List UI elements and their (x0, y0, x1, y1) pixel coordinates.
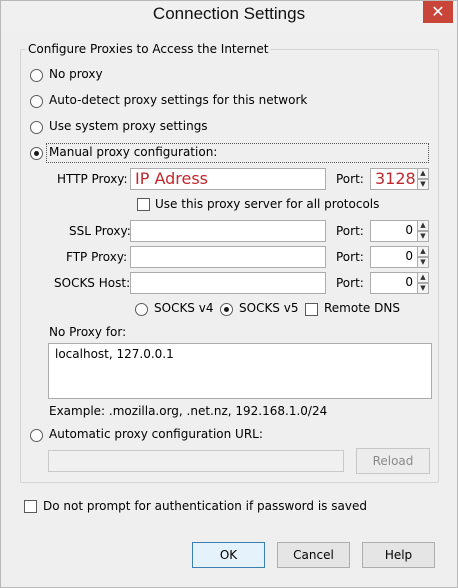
ftp-proxy-input[interactable] (130, 246, 326, 268)
http-port-stepper[interactable]: ▲ ▼ (417, 168, 429, 190)
socks-v4-label[interactable]: SOCKS v4 (154, 301, 213, 315)
system-proxy-label[interactable]: Use system proxy settings (49, 119, 208, 133)
socks-port-stepper[interactable]: ▲ ▼ (417, 272, 429, 294)
close-button[interactable]: ✕ (423, 1, 453, 23)
ssl-proxy-label: SSL Proxy: (69, 224, 131, 238)
connection-settings-dialog: Connection Settings ✕ Configure Proxies … (0, 0, 458, 588)
ftp-port-input[interactable]: 0 (370, 246, 418, 268)
spin-up-icon[interactable]: ▲ (417, 220, 429, 231)
manual-proxy-radio[interactable] (30, 147, 43, 160)
ssl-port-stepper[interactable]: ▲ ▼ (417, 220, 429, 242)
ssl-port-label: Port: (336, 224, 364, 238)
spin-down-icon[interactable]: ▼ (417, 179, 429, 190)
socks-v5-radio[interactable] (220, 303, 233, 316)
spin-down-icon[interactable]: ▼ (417, 283, 429, 294)
socks-port-label: Port: (336, 276, 364, 290)
remote-dns-checkbox[interactable] (305, 303, 318, 316)
no-proxy-radio[interactable] (30, 69, 43, 82)
ssl-proxy-input[interactable] (130, 220, 326, 242)
auto-url-radio[interactable] (30, 429, 43, 442)
spin-down-icon[interactable]: ▼ (417, 231, 429, 242)
dialog-title: Connection Settings (152, 4, 306, 23)
auto-url-input[interactable] (48, 450, 344, 472)
use-for-all-checkbox[interactable] (137, 198, 150, 211)
http-proxy-input[interactable]: IP Adress (130, 168, 326, 190)
cancel-button[interactable]: Cancel (277, 542, 350, 568)
socks-host-input[interactable] (130, 272, 326, 294)
ssl-port-input[interactable]: 0 (370, 220, 418, 242)
http-port-input[interactable]: 3128 (370, 168, 418, 190)
auto-url-label[interactable]: Automatic proxy configuration URL: (49, 427, 263, 441)
no-proxy-for-label: No Proxy for: (49, 325, 127, 339)
no-proxy-example: Example: .mozilla.org, .net.nz, 192.168.… (49, 404, 328, 418)
spin-down-icon[interactable]: ▼ (417, 257, 429, 268)
http-proxy-label: HTTP Proxy: (57, 172, 128, 186)
manual-proxy-label[interactable]: Manual proxy configuration: (49, 145, 217, 159)
group-label: Configure Proxies to Access the Internet (26, 42, 271, 56)
socks-port-input[interactable]: 0 (370, 272, 418, 294)
help-button[interactable]: Help (362, 542, 435, 568)
ok-button[interactable]: OK (192, 542, 265, 568)
spin-up-icon[interactable]: ▲ (417, 168, 429, 179)
no-proxy-for-value: localhost, 127.0.0.1 (55, 347, 174, 361)
auth-prompt-label[interactable]: Do not prompt for authentication if pass… (43, 499, 367, 513)
system-proxy-radio[interactable] (30, 121, 43, 134)
use-for-all-label[interactable]: Use this proxy server for all protocols (155, 197, 379, 211)
reload-button[interactable]: Reload (356, 448, 430, 474)
socks-host-label: SOCKS Host: (54, 276, 131, 290)
spin-up-icon[interactable]: ▲ (417, 246, 429, 257)
ftp-port-stepper[interactable]: ▲ ▼ (417, 246, 429, 268)
remote-dns-label[interactable]: Remote DNS (324, 301, 400, 315)
spin-up-icon[interactable]: ▲ (417, 272, 429, 283)
ftp-proxy-label: FTP Proxy: (66, 250, 128, 264)
auto-detect-label[interactable]: Auto-detect proxy settings for this netw… (49, 93, 307, 107)
no-proxy-for-textarea[interactable]: localhost, 127.0.0.1 (48, 343, 432, 399)
ftp-port-label: Port: (336, 250, 364, 264)
http-port-label: Port: (336, 172, 364, 186)
no-proxy-label[interactable]: No proxy (49, 67, 103, 81)
auto-detect-radio[interactable] (30, 95, 43, 108)
title-bar: Connection Settings ✕ (1, 1, 457, 31)
socks-v5-label[interactable]: SOCKS v5 (239, 301, 298, 315)
socks-v4-radio[interactable] (135, 303, 148, 316)
auth-prompt-checkbox[interactable] (24, 500, 37, 513)
